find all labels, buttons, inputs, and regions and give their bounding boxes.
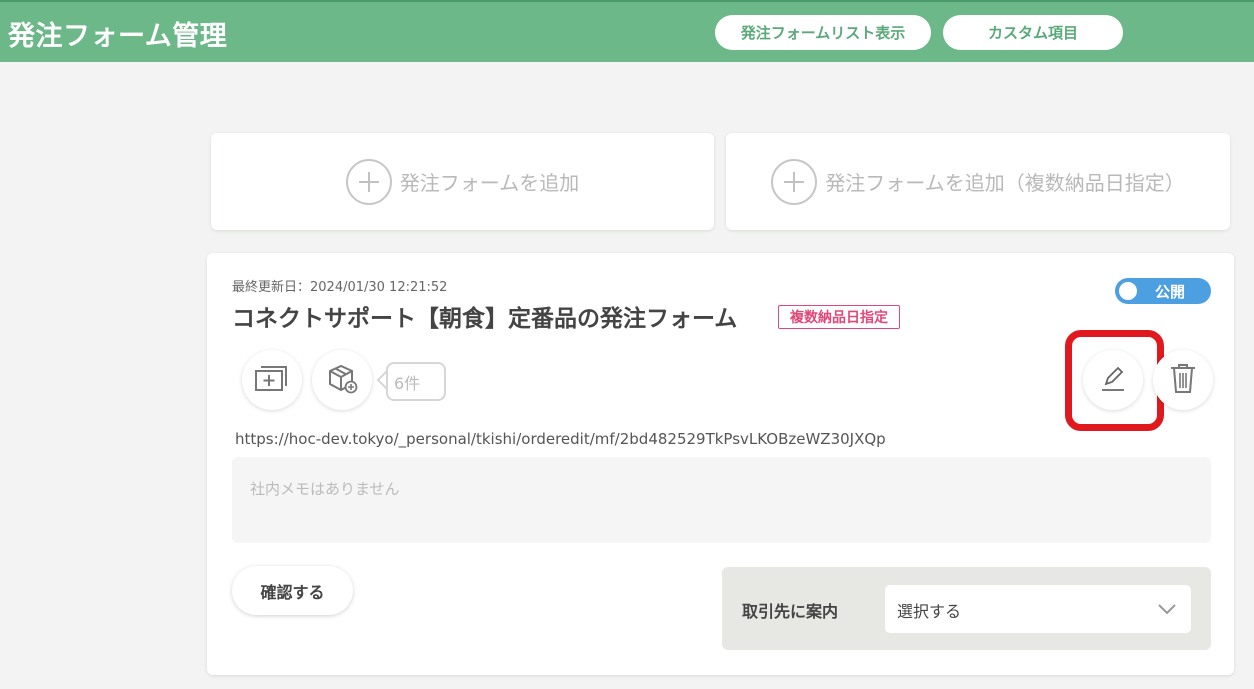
- add-form-card[interactable]: 発注フォームを追加: [211, 133, 714, 230]
- last-updated: 最終更新日：2024/01/30 12:21:52: [232, 280, 448, 295]
- form-title: コネクトサポート【朝食】定番品の発注フォーム: [232, 306, 738, 332]
- publish-toggle-label: 公開: [1155, 283, 1186, 301]
- product-button[interactable]: [312, 350, 372, 410]
- toggle-knob: [1119, 282, 1137, 300]
- form-url[interactable]: https://hoc-dev.tokyo/_personal/tkishi/o…: [235, 430, 886, 448]
- chevron-down-icon: [1157, 601, 1177, 620]
- form-list-button[interactable]: 発注フォームリスト表示: [715, 15, 931, 50]
- delete-button[interactable]: [1153, 350, 1213, 410]
- guide-select-value: 選択する: [897, 602, 962, 621]
- add-form-multi-card[interactable]: 発注フォームを追加（複数納品日指定）: [726, 133, 1230, 230]
- trash-icon: [1169, 362, 1197, 398]
- edit-button[interactable]: [1083, 350, 1143, 410]
- product-count: 6件: [386, 362, 446, 401]
- guide-panel: 取引先に案内 選択する: [722, 567, 1211, 650]
- top-header: 発注フォーム管理 発注フォームリスト表示 カスタム項目: [0, 0, 1254, 62]
- add-form-multi-label: 発注フォームを追加（複数納品日指定）: [825, 171, 1185, 195]
- multi-delivery-badge: 複数納品日指定: [778, 305, 900, 329]
- page-title: 発注フォーム管理: [8, 21, 228, 52]
- add-image-button[interactable]: [242, 350, 302, 410]
- guide-label: 取引先に案内: [742, 602, 839, 621]
- product-box-icon: [326, 362, 358, 398]
- plus-icon: [345, 158, 392, 205]
- plus-icon: [771, 158, 818, 205]
- custom-fields-button[interactable]: カスタム項目: [943, 15, 1123, 50]
- confirm-button[interactable]: 確認する: [232, 566, 353, 615]
- publish-toggle[interactable]: 公開: [1115, 278, 1211, 304]
- guide-select[interactable]: 選択する: [885, 585, 1191, 633]
- internal-memo[interactable]: 社内メモはありません: [232, 457, 1211, 543]
- edit-pencil-icon: [1098, 363, 1128, 397]
- add-form-label: 発注フォームを追加: [399, 171, 580, 195]
- order-form-card: 最終更新日：2024/01/30 12:21:52 コネクトサポート【朝食】定番…: [207, 253, 1234, 675]
- add-image-icon: [254, 363, 290, 397]
